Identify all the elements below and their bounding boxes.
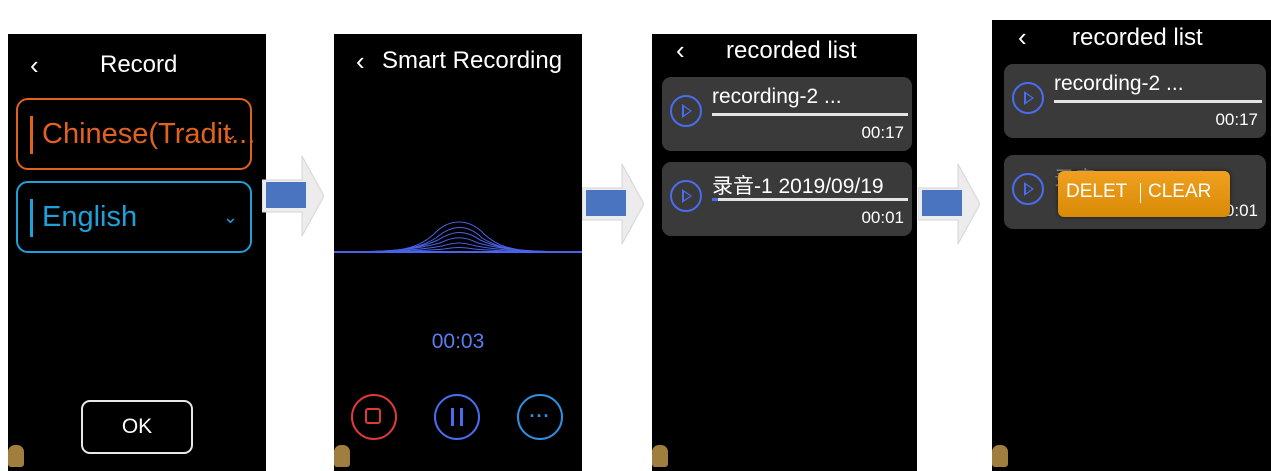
playback-progress[interactable]: [712, 198, 908, 201]
target-language-select[interactable]: English ⌄: [16, 181, 252, 253]
list-item[interactable]: 录音-1 2019/09/19 00:01: [662, 162, 912, 236]
page-title: recorded list: [726, 37, 857, 64]
smart-recording-screen: ‹ Smart Recording 00:03 ···: [334, 34, 582, 471]
waveform: [334, 221, 582, 253]
stop-button[interactable]: [351, 394, 397, 440]
clear-menu-button[interactable]: CLEAR: [1148, 181, 1211, 203]
back-chevron-icon[interactable]: ‹: [356, 46, 365, 77]
pause-icon: [451, 408, 454, 426]
stop-icon: [365, 408, 381, 424]
back-chevron-icon[interactable]: ‹: [676, 35, 685, 66]
record-screen: ‹ Record Chinese(Tradit... ⌄ English ⌄ O…: [8, 34, 266, 471]
recording-duration: 00:17: [1215, 110, 1258, 129]
list-item[interactable]: recording-2 ... 00:17: [1004, 64, 1266, 138]
assistive-touch-icon[interactable]: [334, 445, 350, 467]
play-icon[interactable]: [670, 180, 702, 212]
more-icon: ···: [529, 406, 551, 426]
page-title: recorded list: [1072, 24, 1203, 51]
back-chevron-icon[interactable]: ‹: [30, 50, 39, 81]
page-title: Smart Recording: [382, 47, 563, 74]
target-language-label: English: [42, 201, 138, 233]
chevron-down-icon: ⌄: [222, 124, 238, 144]
playback-progress[interactable]: [1054, 100, 1262, 103]
more-button[interactable]: ···: [517, 394, 563, 440]
play-icon[interactable]: [1012, 82, 1044, 114]
recording-duration: 00:17: [861, 123, 904, 142]
recording-name: 录音-1 2019/09/19: [712, 175, 884, 198]
step-arrow-icon: [918, 163, 980, 245]
playback-progress[interactable]: [712, 113, 908, 116]
context-menu: DELET CLEAR: [1058, 171, 1230, 217]
back-chevron-icon[interactable]: ‹: [1018, 22, 1027, 53]
page-title: Record: [100, 51, 178, 78]
recording-name: recording-2 ...: [1054, 72, 1184, 95]
recording-name: recording-2 ...: [712, 85, 842, 108]
record-header: ‹ Record: [8, 34, 266, 94]
pause-button[interactable]: [434, 394, 480, 440]
recording-timer: 00:03: [431, 330, 485, 353]
play-icon[interactable]: [1012, 173, 1044, 205]
smart-recording-header: ‹ Smart Recording: [334, 34, 582, 94]
step-arrow-icon: [262, 155, 324, 237]
list-item[interactable]: recording-2 ... 00:17: [662, 77, 912, 151]
list-item[interactable]: 录音-1 2019/09/19 00:01 DELET CLEAR: [1004, 155, 1266, 229]
play-icon[interactable]: [670, 95, 702, 127]
recorded-list-menu-screen: ‹ recorded list recording-2 ... 00:17 录音…: [992, 20, 1271, 471]
recorded-list-screen: ‹ recorded list recording-2 ... 00:17 录音…: [652, 34, 917, 471]
step-arrow-icon: [582, 163, 644, 245]
assistive-touch-icon[interactable]: [652, 445, 668, 467]
target-language-indicator: [30, 199, 33, 237]
ok-button[interactable]: OK: [81, 400, 193, 454]
recording-duration: 00:01: [861, 208, 904, 227]
delete-menu-button[interactable]: DELET: [1066, 181, 1127, 203]
assistive-touch-icon[interactable]: [8, 445, 24, 467]
assistive-touch-icon[interactable]: [992, 445, 1008, 467]
menu-separator: [1140, 183, 1141, 203]
source-language-select[interactable]: Chinese(Tradit... ⌄: [16, 98, 255, 170]
source-language-indicator: [30, 116, 33, 154]
chevron-down-icon: ⌄: [222, 207, 238, 227]
